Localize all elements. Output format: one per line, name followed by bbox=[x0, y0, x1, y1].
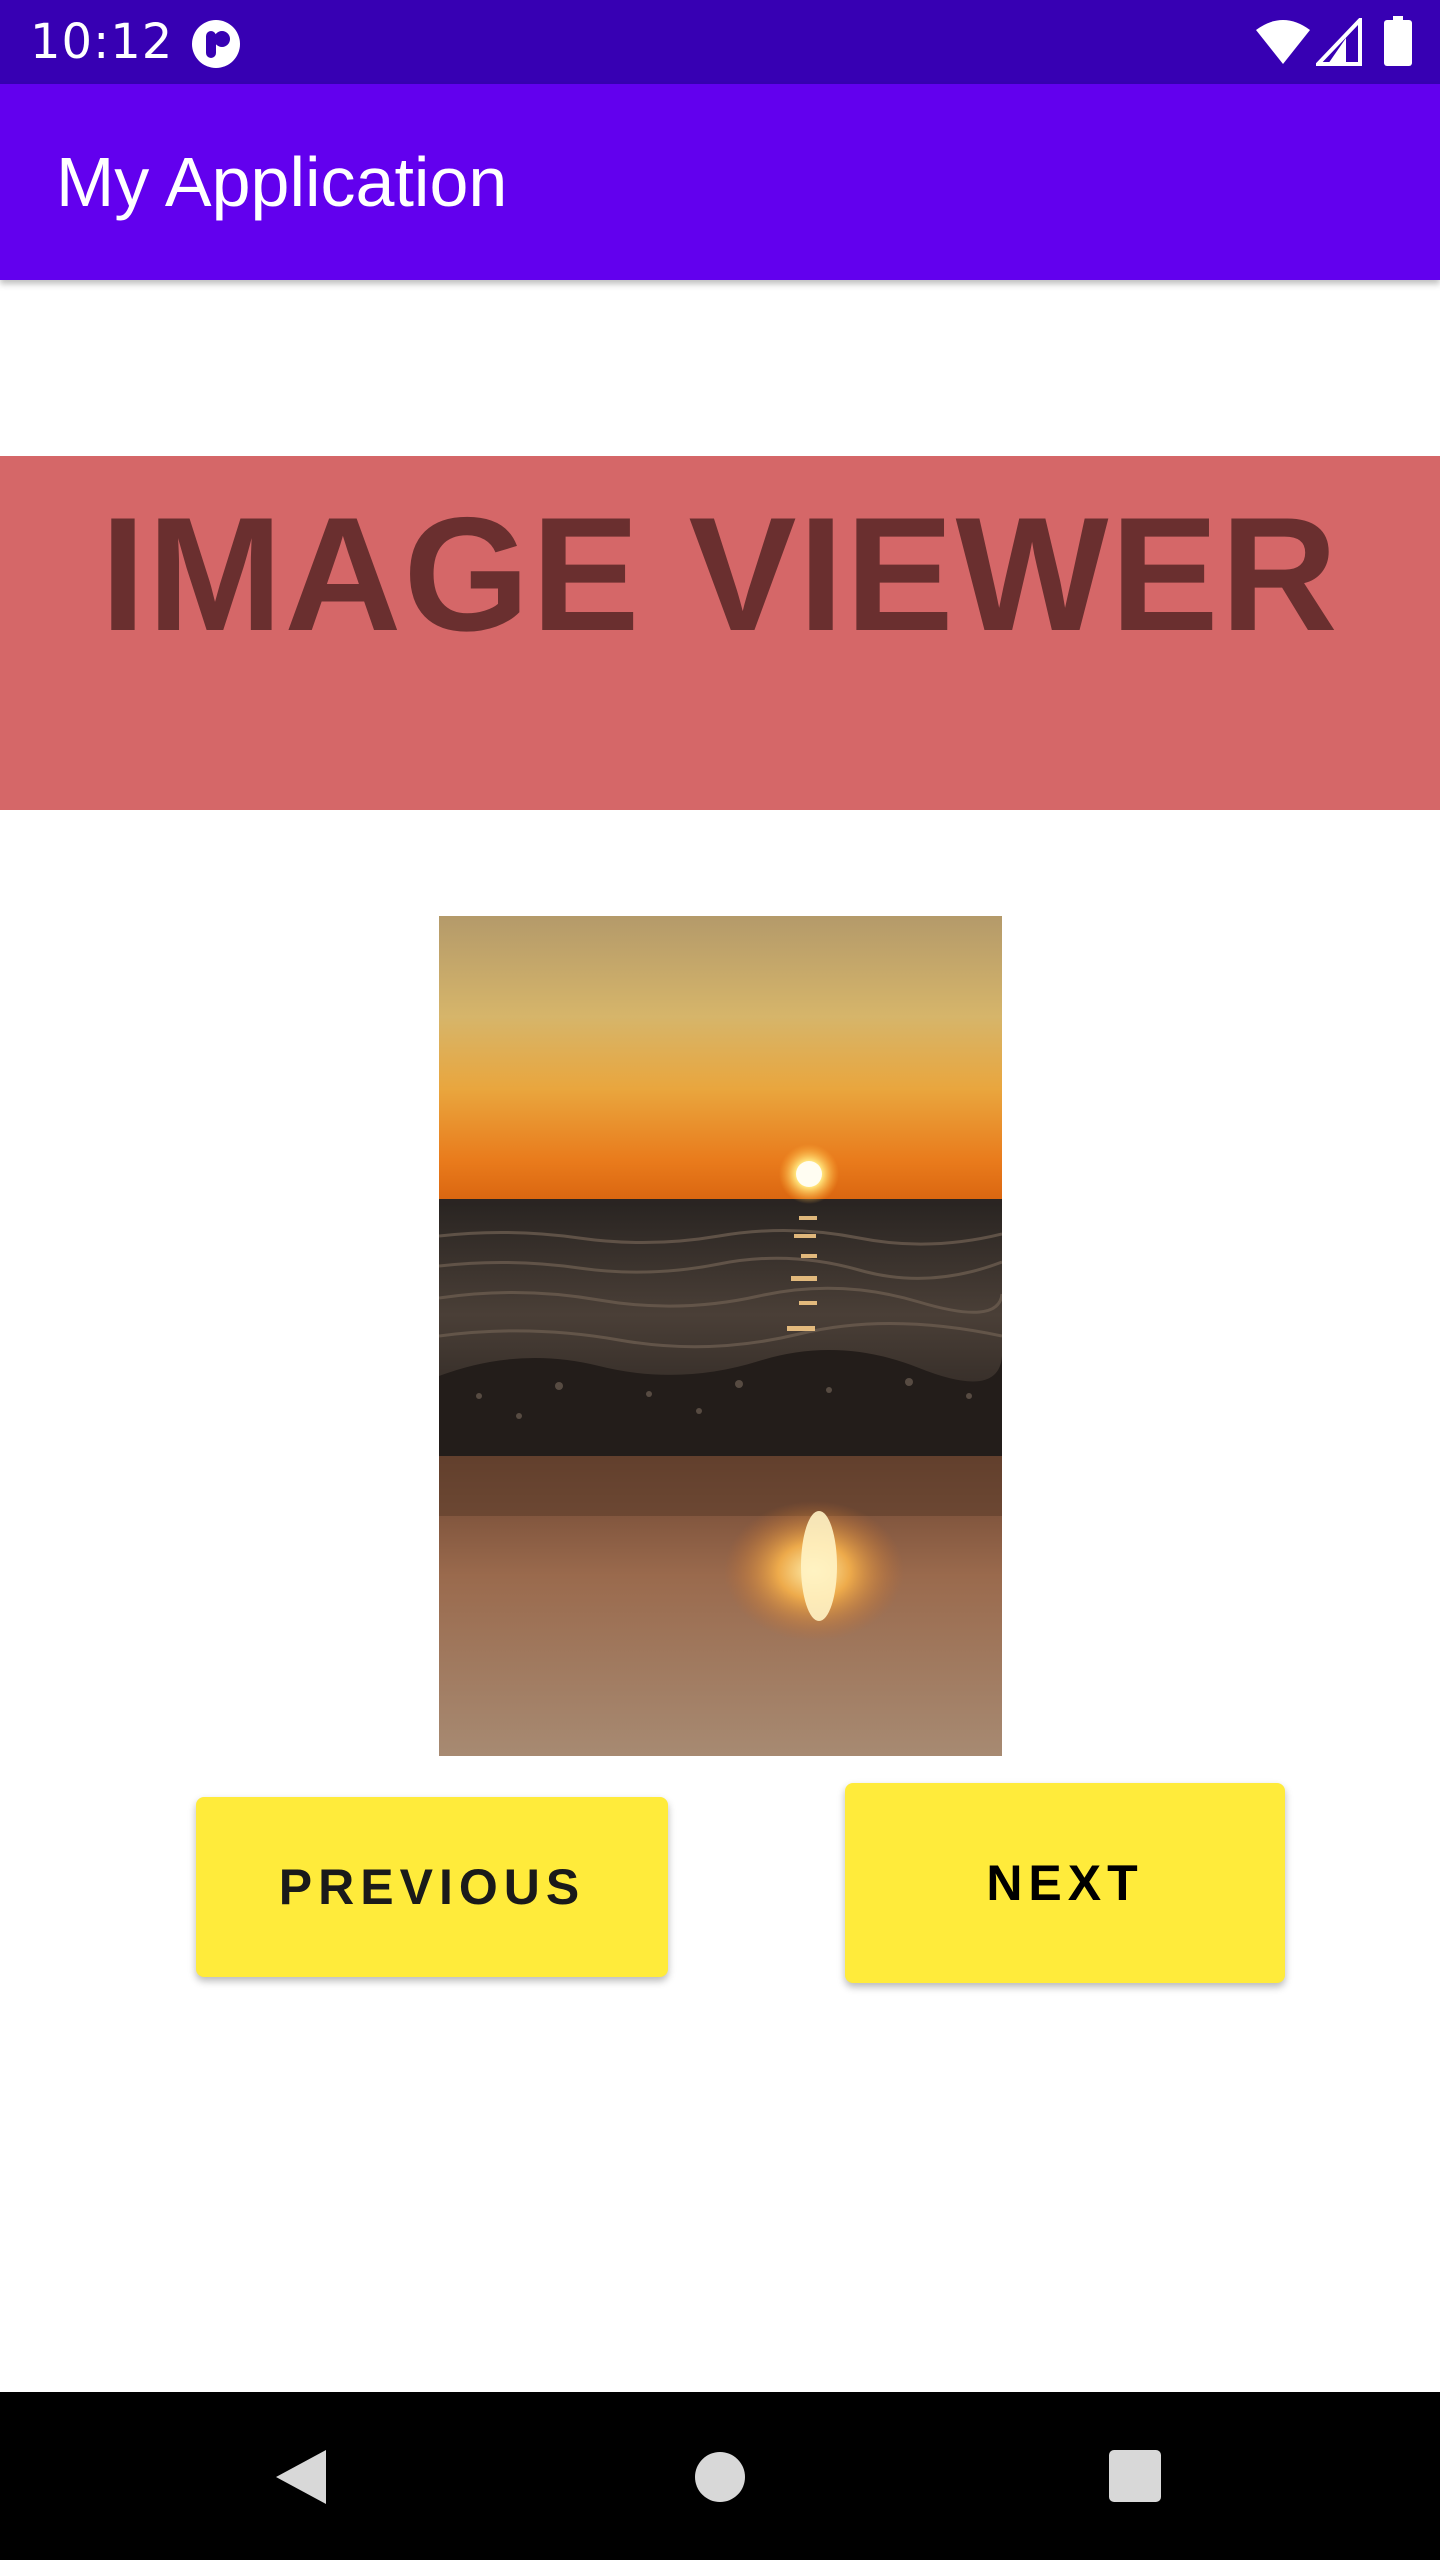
app-bar: My Application bbox=[0, 84, 1440, 280]
sunset-image bbox=[439, 916, 1002, 1756]
sunset-photo bbox=[439, 916, 1002, 1756]
status-time: 10:12 bbox=[30, 14, 174, 70]
next-button[interactable]: NEXT bbox=[845, 1783, 1285, 1983]
battery-icon bbox=[1384, 16, 1412, 66]
wifi-icon bbox=[1256, 20, 1310, 64]
back-icon[interactable] bbox=[270, 2446, 330, 2508]
home-icon[interactable] bbox=[694, 2451, 746, 2503]
app-notification-icon bbox=[192, 20, 240, 68]
cell-signal-icon bbox=[1316, 18, 1362, 66]
app-title: My Application bbox=[56, 143, 508, 221]
status-bar: 10:12 bbox=[0, 0, 1440, 84]
previous-button[interactable]: PREVIOUS bbox=[196, 1797, 668, 1977]
recents-icon[interactable] bbox=[1108, 2449, 1162, 2503]
banner-title: IMAGE VIEWER bbox=[100, 484, 1340, 665]
